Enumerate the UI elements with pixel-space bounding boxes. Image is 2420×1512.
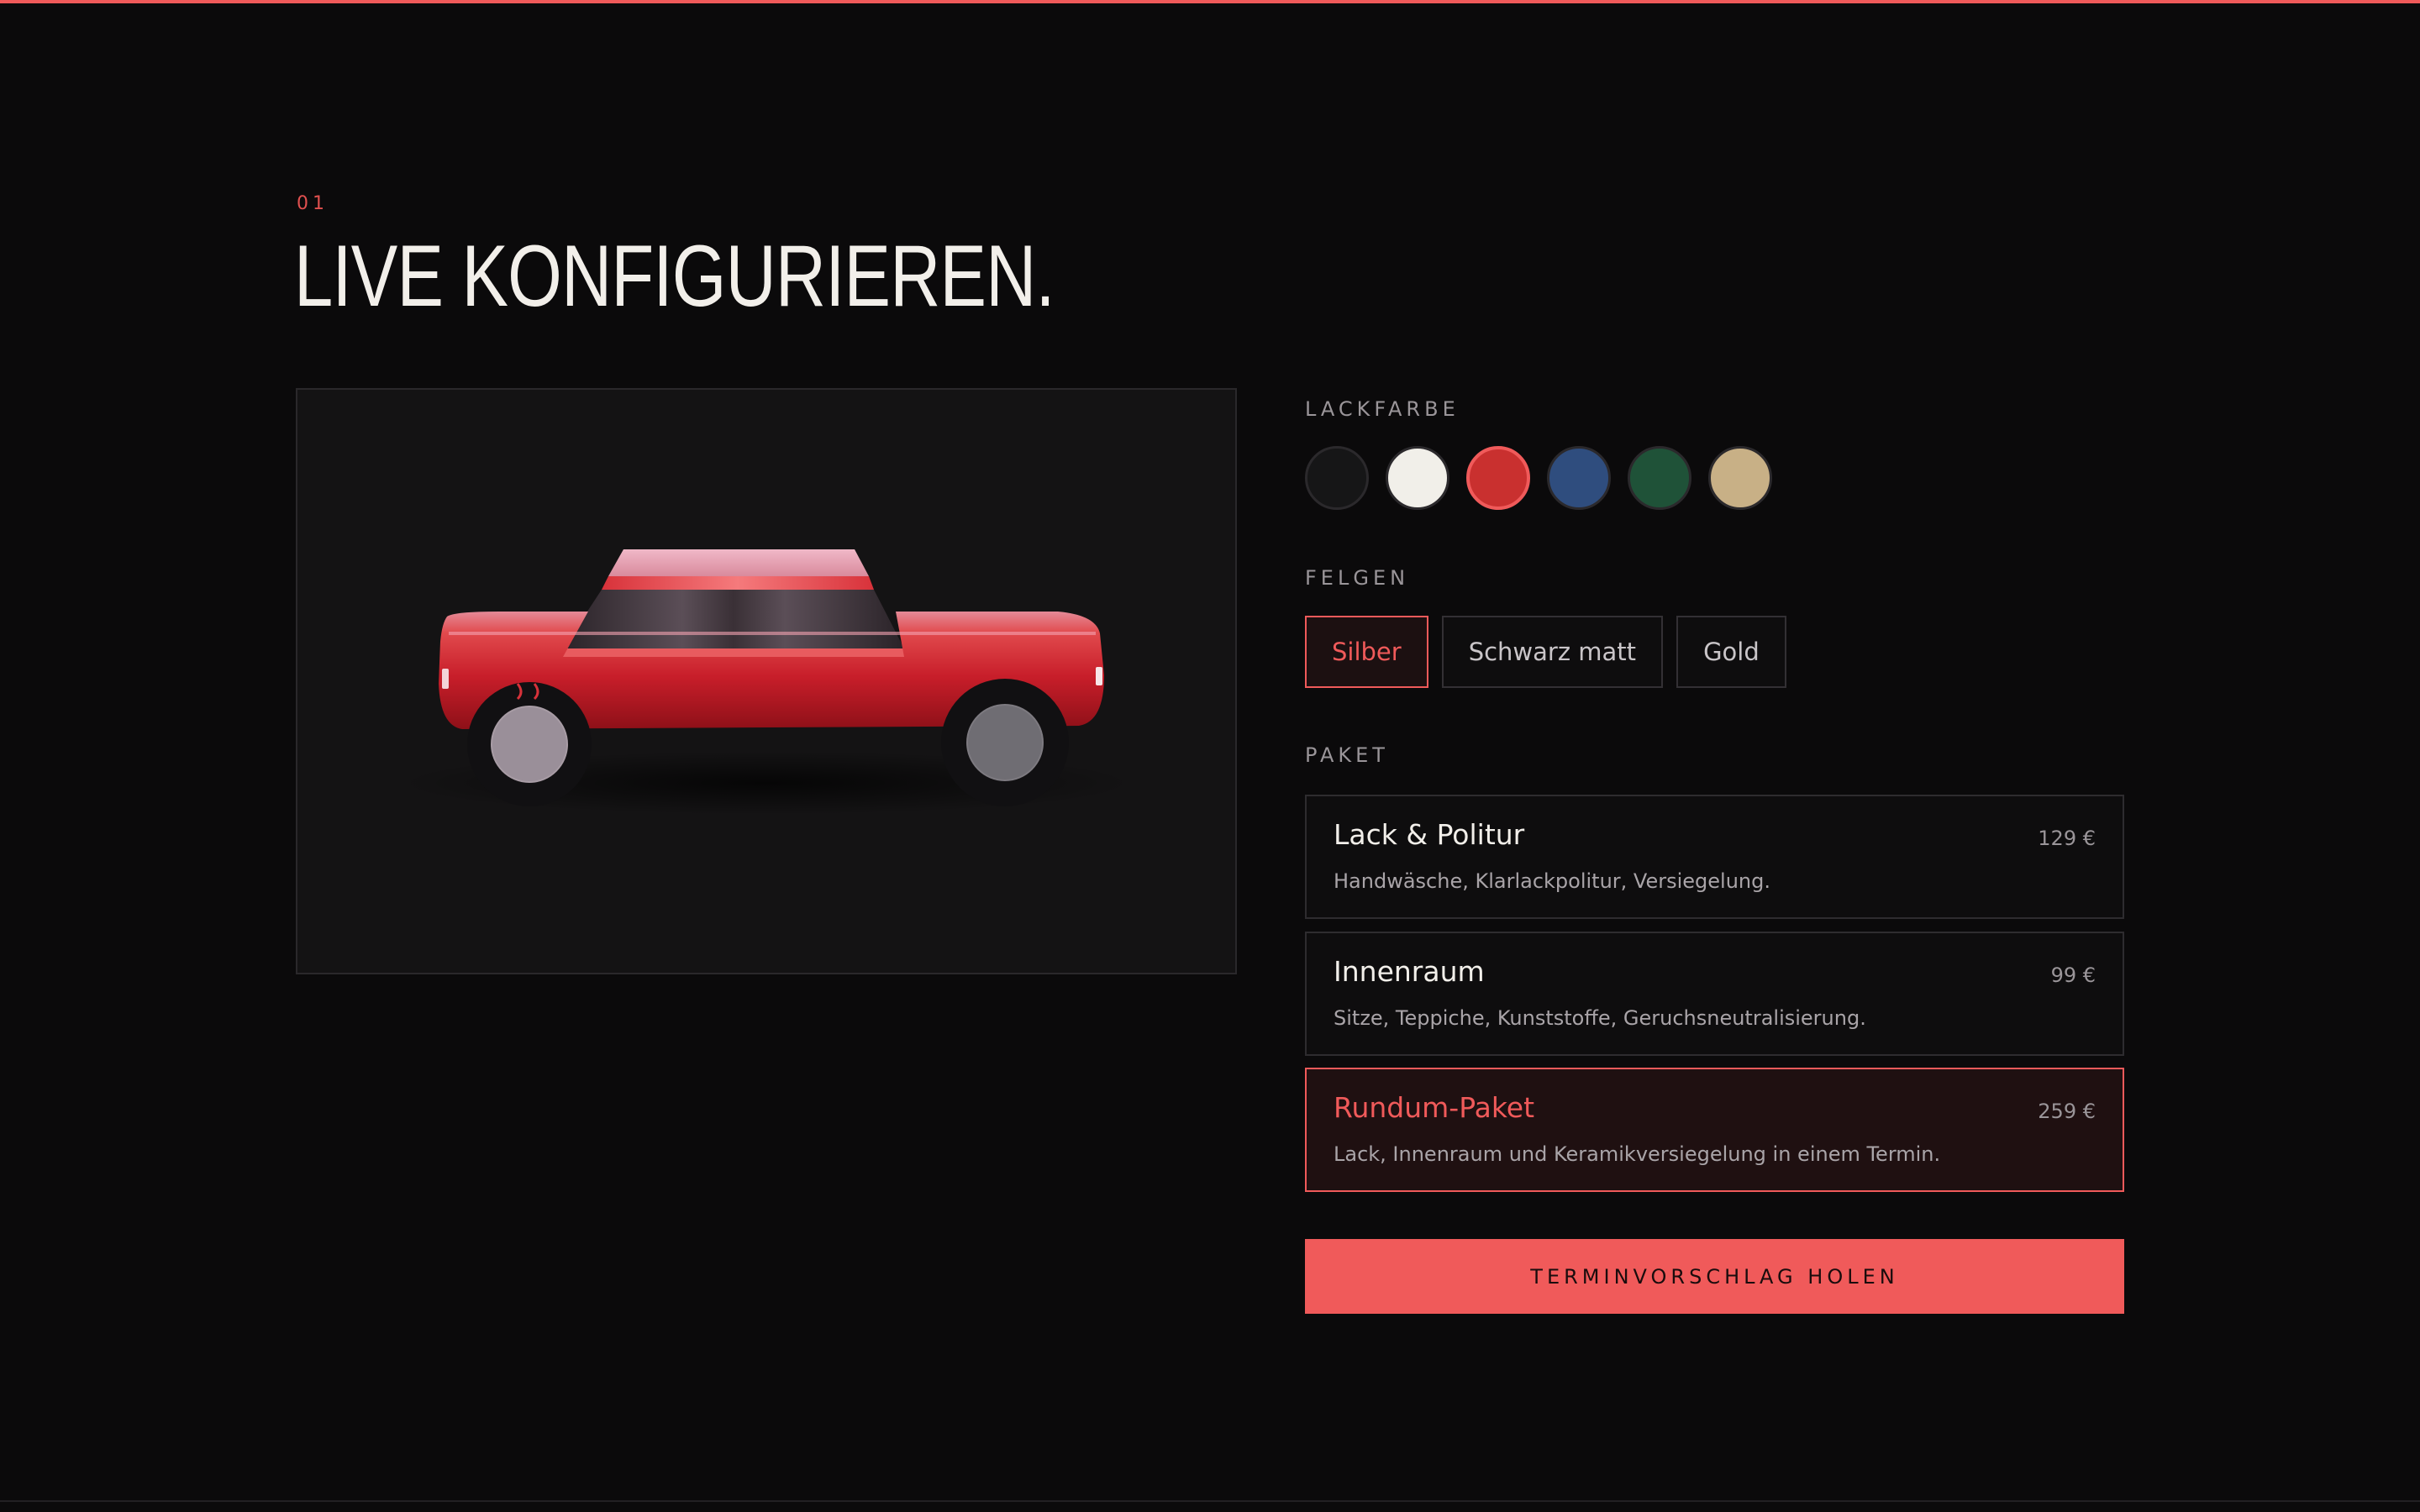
rim-option-gold[interactable]: Gold — [1676, 616, 1786, 688]
swatch-black[interactable] — [1305, 446, 1369, 510]
page-title: LIVE KONFIGURIEREN. — [294, 228, 1055, 325]
swatch-red[interactable] — [1466, 446, 1530, 510]
top-accent-bar — [0, 0, 2420, 3]
rim-option-schwarz-matt[interactable]: Schwarz matt — [1441, 616, 1664, 688]
swatch-blue[interactable] — [1547, 446, 1611, 510]
package-card-innenraum[interactable]: Innenraum 99 € Sitze, Teppiche, Kunststo… — [1305, 932, 2124, 1056]
section-number: 01 — [297, 193, 329, 214]
rear-wheel — [467, 682, 592, 806]
car-headlight — [1096, 667, 1102, 685]
package-name: Lack & Politur — [1334, 818, 1525, 851]
package-price: 259 € — [2038, 1100, 2096, 1123]
car-roof — [608, 549, 869, 576]
rims-label: FELGEN — [1305, 566, 1410, 590]
package-price: 99 € — [2050, 963, 2096, 987]
package-card-lack-politur[interactable]: Lack & Politur 129 € Handwäsche, Klarlac… — [1305, 795, 2124, 919]
package-name: Innenraum — [1334, 955, 1485, 988]
package-label: PAKET — [1305, 743, 1389, 767]
paint-label: LACKFARBE — [1305, 397, 1460, 421]
car-windows — [563, 590, 904, 648]
package-name: Rundum-Paket — [1334, 1091, 1535, 1124]
package-description: Handwäsche, Klarlackpolitur, Versiegelun… — [1334, 869, 1770, 893]
rims-options: Silber Schwarz matt Gold — [1305, 616, 1786, 688]
car-preview-viewer[interactable] — [296, 388, 1237, 974]
bottom-divider — [0, 1500, 2420, 1502]
swatch-green[interactable] — [1628, 446, 1691, 510]
front-wheel — [941, 679, 1069, 806]
car-roof-band — [602, 576, 874, 590]
swatch-beige[interactable] — [1708, 446, 1772, 510]
rim-option-silber[interactable]: Silber — [1305, 616, 1428, 688]
car-preview-illustration — [397, 549, 1136, 815]
package-price: 129 € — [2038, 827, 2096, 850]
swatch-white[interactable] — [1386, 446, 1449, 510]
package-description: Lack, Innenraum und Keramikversiegelung … — [1334, 1142, 1941, 1166]
car-rear-light — [442, 669, 449, 689]
package-card-rundum-paket[interactable]: Rundum-Paket 259 € Lack, Innenraum und K… — [1305, 1068, 2124, 1192]
package-description: Sitze, Teppiche, Kunststoffe, Geruchsneu… — [1334, 1006, 1866, 1030]
paint-swatches — [1305, 446, 1772, 510]
request-appointment-button[interactable]: TERMINVORSCHLAG HOLEN — [1305, 1239, 2124, 1314]
car-beltline — [558, 648, 908, 657]
